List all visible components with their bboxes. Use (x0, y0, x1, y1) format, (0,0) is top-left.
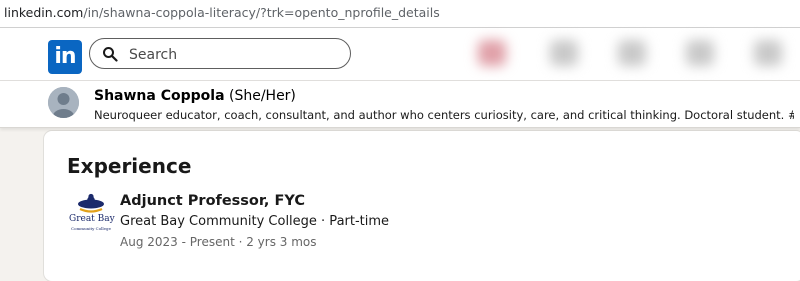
nav-icon-blurred[interactable] (550, 40, 578, 66)
job-dates: Aug 2023 - Present · 2 yrs 3 mos (120, 235, 317, 249)
nav-icon-blurred[interactable] (686, 40, 714, 66)
profile-name-text: Shawna Coppola (94, 88, 225, 104)
company-logo-subtext: Community College (71, 226, 111, 231)
nav-icon-blurred[interactable] (618, 40, 646, 66)
experience-section: Experience Great Bay Community College A… (44, 131, 800, 281)
company-logo-wordmark: Great Bay (69, 214, 115, 224)
company-logo[interactable]: Great Bay Community College (69, 193, 115, 235)
site-header: in (0, 28, 800, 81)
job-company: Great Bay Community College · Part-time (120, 214, 390, 229)
profile-name: Shawna Coppola (She/Her) (94, 88, 296, 104)
linkedin-logo[interactable]: in (48, 40, 82, 74)
blurred-nav-icons (450, 28, 800, 80)
job-title[interactable]: Adjunct Professor, FYC (120, 193, 305, 209)
profile-headline: Neuroqueer educator, coach, consultant, … (94, 108, 794, 122)
profile-pronouns: (She/Her) (228, 88, 296, 104)
section-title: Experience (67, 154, 192, 178)
search-icon (103, 47, 118, 62)
browser-address-bar[interactable]: linkedin.com/in/shawna-coppola-literacy/… (0, 0, 800, 28)
url-text[interactable]: linkedin.com/in/shawna-coppola-literacy/… (4, 5, 440, 20)
profile-sticky-bar: Shawna Coppola (She/Her) Neuroqueer educ… (0, 81, 800, 128)
avatar[interactable] (48, 87, 79, 118)
avatar-placeholder-icon (48, 87, 79, 118)
search-box[interactable] (89, 38, 351, 69)
nav-icon-blurred[interactable] (478, 40, 506, 66)
search-input[interactable] (127, 43, 346, 67)
nav-icon-blurred[interactable] (754, 40, 782, 66)
